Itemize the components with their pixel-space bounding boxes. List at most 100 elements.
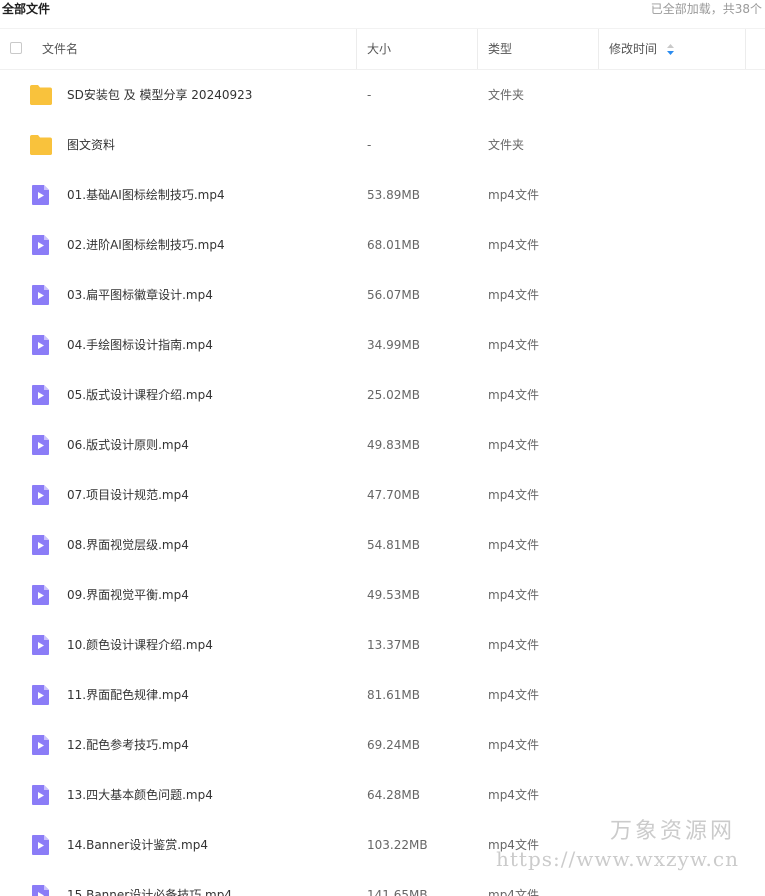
file-name[interactable]: 06.版式设计原则.mp4 — [67, 420, 189, 470]
file-name[interactable]: 15.Banner设计必备技巧.mp4 — [67, 870, 232, 896]
file-row[interactable]: 11.界面配色规律.mp4 81.61MB mp4文件 — [0, 670, 765, 720]
column-divider — [477, 29, 478, 69]
folder-icon — [29, 84, 53, 106]
video-file-icon — [29, 434, 53, 456]
file-row[interactable]: 03.扁平图标徽章设计.mp4 56.07MB mp4文件 — [0, 270, 765, 320]
file-size: 54.81MB — [367, 538, 420, 552]
video-file-icon — [29, 484, 53, 506]
video-file-icon — [29, 384, 53, 406]
file-row[interactable]: 15.Banner设计必备技巧.mp4 141.65MB mp4文件 — [0, 870, 765, 896]
file-name[interactable]: 07.项目设计规范.mp4 — [67, 470, 189, 520]
file-size: 56.07MB — [367, 288, 420, 302]
file-row[interactable]: 06.版式设计原则.mp4 49.83MB mp4文件 — [0, 420, 765, 470]
file-name[interactable]: 05.版式设计课程介绍.mp4 — [67, 370, 213, 420]
file-name[interactable]: SD安装包 及 模型分享 20240923 — [67, 70, 252, 120]
file-type: mp4文件 — [488, 788, 539, 802]
file-size: 141.65MB — [367, 888, 428, 896]
file-name[interactable]: 13.四大基本颜色问题.mp4 — [67, 770, 213, 820]
column-divider — [745, 29, 746, 69]
file-type: mp4文件 — [488, 538, 539, 552]
load-status: 已全部加载，共38个 — [650, 2, 762, 16]
file-type: mp4文件 — [488, 838, 539, 852]
file-type: 文件夹 — [488, 88, 525, 102]
file-size: 81.61MB — [367, 688, 420, 702]
file-name[interactable]: 08.界面视觉层级.mp4 — [67, 520, 189, 570]
file-row[interactable]: 09.界面视觉平衡.mp4 49.53MB mp4文件 — [0, 570, 765, 620]
file-row[interactable]: 07.项目设计规范.mp4 47.70MB mp4文件 — [0, 470, 765, 520]
file-name[interactable]: 12.配色参考技巧.mp4 — [67, 720, 189, 770]
video-file-icon — [29, 534, 53, 556]
file-size: 103.22MB — [367, 838, 428, 852]
column-header-type[interactable]: 类型 — [488, 29, 588, 69]
video-file-icon — [29, 734, 53, 756]
column-header-size[interactable]: 大小 — [367, 29, 467, 69]
video-file-icon — [29, 834, 53, 856]
video-file-icon — [29, 584, 53, 606]
file-size: 53.89MB — [367, 188, 420, 202]
column-divider — [356, 29, 357, 69]
file-size: 49.83MB — [367, 438, 420, 452]
file-type: mp4文件 — [488, 888, 539, 896]
column-header-name[interactable]: 文件名 — [42, 29, 342, 69]
file-size: 13.37MB — [367, 638, 420, 652]
file-size: 34.99MB — [367, 338, 420, 352]
file-row[interactable]: 05.版式设计课程介绍.mp4 25.02MB mp4文件 — [0, 370, 765, 420]
file-size: 25.02MB — [367, 388, 420, 402]
file-type: mp4文件 — [488, 488, 539, 502]
table-header: 文件名 大小 类型 修改时间 — [0, 28, 765, 70]
file-type: mp4文件 — [488, 738, 539, 752]
file-size: 64.28MB — [367, 788, 420, 802]
breadcrumb-all-files[interactable]: 全部文件 — [2, 1, 50, 17]
file-row[interactable]: 14.Banner设计鉴赏.mp4 103.22MB mp4文件 — [0, 820, 765, 870]
file-row[interactable]: 图文资料 - 文件夹 — [0, 120, 765, 170]
file-size: 47.70MB — [367, 488, 420, 502]
file-row[interactable]: SD安装包 及 模型分享 20240923 - 文件夹 — [0, 70, 765, 120]
file-name[interactable]: 图文资料 — [67, 120, 115, 170]
file-size: - — [367, 138, 372, 152]
file-row[interactable]: 02.进阶AI图标绘制技巧.mp4 68.01MB mp4文件 — [0, 220, 765, 270]
file-type: mp4文件 — [488, 688, 539, 702]
video-file-icon — [29, 784, 53, 806]
file-type: mp4文件 — [488, 438, 539, 452]
video-file-icon — [29, 284, 53, 306]
file-list-page: 全部文件 已全部加载，共38个 文件名 大小 类型 修改时间 SD安装包 及 模… — [0, 0, 765, 896]
video-file-icon — [29, 334, 53, 356]
file-size: - — [367, 88, 372, 102]
file-row[interactable]: 04.手绘图标设计指南.mp4 34.99MB mp4文件 — [0, 320, 765, 370]
file-type: mp4文件 — [488, 338, 539, 352]
file-row[interactable]: 08.界面视觉层级.mp4 54.81MB mp4文件 — [0, 520, 765, 570]
file-name[interactable]: 02.进阶AI图标绘制技巧.mp4 — [67, 220, 225, 270]
file-type: 文件夹 — [488, 138, 525, 152]
file-name[interactable]: 10.颜色设计课程介绍.mp4 — [67, 620, 213, 670]
file-row[interactable]: 10.颜色设计课程介绍.mp4 13.37MB mp4文件 — [0, 620, 765, 670]
file-name[interactable]: 09.界面视觉平衡.mp4 — [67, 570, 189, 620]
file-size: 49.53MB — [367, 588, 420, 602]
select-all-checkbox[interactable] — [10, 42, 22, 54]
file-type: mp4文件 — [488, 588, 539, 602]
file-row[interactable]: 12.配色参考技巧.mp4 69.24MB mp4文件 — [0, 720, 765, 770]
file-name[interactable]: 03.扁平图标徽章设计.mp4 — [67, 270, 213, 320]
file-size: 68.01MB — [367, 238, 420, 252]
top-bar: 全部文件 已全部加载，共38个 — [0, 0, 765, 24]
file-name[interactable]: 14.Banner设计鉴赏.mp4 — [67, 820, 208, 870]
column-divider — [598, 29, 599, 69]
file-row[interactable]: 13.四大基本颜色问题.mp4 64.28MB mp4文件 — [0, 770, 765, 820]
file-type: mp4文件 — [488, 288, 539, 302]
file-list: SD安装包 及 模型分享 20240923- 文件夹 图文资料 - 文件夹 01.基础AI… — [0, 70, 765, 896]
file-name[interactable]: 04.手绘图标设计指南.mp4 — [67, 320, 213, 370]
video-file-icon — [29, 634, 53, 656]
column-header-modified[interactable]: 修改时间 — [609, 29, 669, 69]
video-file-icon — [29, 684, 53, 706]
file-name[interactable]: 11.界面配色规律.mp4 — [67, 670, 189, 720]
sort-arrows-icon[interactable] — [667, 44, 674, 55]
video-file-icon — [29, 184, 53, 206]
file-type: mp4文件 — [488, 638, 539, 652]
file-name[interactable]: 01.基础AI图标绘制技巧.mp4 — [67, 170, 225, 220]
file-type: mp4文件 — [488, 238, 539, 252]
video-file-icon — [29, 234, 53, 256]
file-type: mp4文件 — [488, 388, 539, 402]
folder-icon — [29, 134, 53, 156]
file-size: 69.24MB — [367, 738, 420, 752]
file-row[interactable]: 01.基础AI图标绘制技巧.mp4 53.89MB mp4文件 — [0, 170, 765, 220]
video-file-icon — [29, 884, 53, 896]
